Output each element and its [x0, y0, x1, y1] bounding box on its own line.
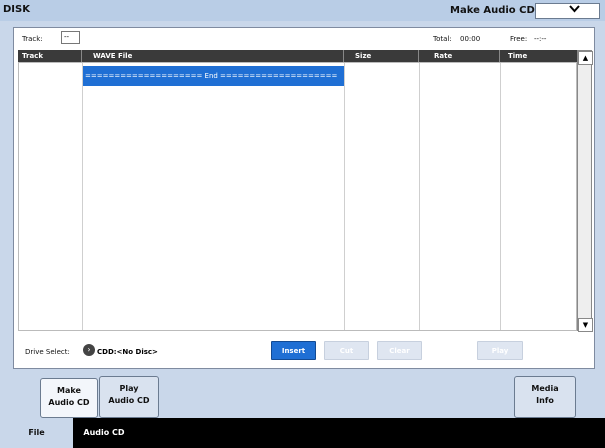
scroll-down-button[interactable]: ▼: [578, 318, 593, 332]
column-header-rate: Rate: [434, 52, 453, 60]
chevron-down-icon: [569, 3, 580, 16]
tab-label-line2: Info: [536, 396, 554, 405]
list-scrollbar[interactable]: ▲ ▼: [577, 50, 593, 332]
free-label: Free:: [510, 35, 528, 43]
cut-button[interactable]: Cut: [324, 341, 369, 360]
column-header-size: Size: [355, 52, 372, 60]
bottom-tab-bar: File Audio CD: [0, 418, 605, 448]
tab-label-line1: Make: [57, 386, 81, 395]
page-menu-dropdown[interactable]: [535, 3, 600, 19]
tab-make-audio-cd[interactable]: Make Audio CD: [40, 378, 98, 418]
total-label: Total:: [433, 35, 452, 43]
play-button[interactable]: Play: [477, 341, 523, 360]
insert-button[interactable]: Insert: [271, 341, 316, 360]
drive-select-value[interactable]: CDD:<No Disc>: [97, 348, 158, 356]
bottom-tab-file[interactable]: File: [0, 418, 73, 448]
column-gridline: [419, 63, 420, 330]
tab-label-line2: Audio CD: [48, 398, 90, 407]
total-value: 00:00: [460, 35, 481, 43]
column-header-wave-file: WAVE File: [93, 52, 133, 60]
tab-label-line1: Media: [531, 384, 559, 393]
column-header-time: Time: [508, 52, 528, 60]
track-label: Track:: [22, 35, 43, 43]
bottom-tab-audio-cd[interactable]: Audio CD: [74, 418, 134, 448]
scroll-up-button[interactable]: ▲: [578, 51, 593, 65]
tab-label-line1: Play: [119, 384, 139, 393]
column-divider: [343, 50, 344, 62]
page-title: DISK: [3, 4, 30, 15]
column-divider: [81, 50, 82, 62]
column-gridline: [344, 63, 345, 330]
list-item-end[interactable]: ==================== End ===============…: [83, 66, 344, 86]
track-field[interactable]: --: [61, 31, 80, 44]
tab-strip: Make Audio CD Play Audio CD Media Info: [0, 370, 605, 418]
table-header: Track WAVE File Size Rate Time: [18, 50, 577, 62]
column-gridline: [500, 63, 501, 330]
tab-label-line2: Audio CD: [108, 396, 150, 405]
page-subtitle: Make Audio CD: [450, 5, 535, 16]
track-list[interactable]: [18, 62, 577, 331]
free-value: --:--: [534, 35, 547, 43]
drive-select-arrow-icon[interactable]: ›: [83, 344, 95, 356]
column-divider: [418, 50, 419, 62]
drive-select-label: Drive Select:: [25, 348, 70, 356]
column-header-track: Track: [22, 52, 43, 60]
tab-media-info[interactable]: Media Info: [514, 376, 576, 418]
column-gridline: [82, 63, 83, 330]
clear-button[interactable]: Clear: [377, 341, 422, 360]
column-divider: [499, 50, 500, 62]
tab-play-audio-cd[interactable]: Play Audio CD: [99, 376, 159, 418]
